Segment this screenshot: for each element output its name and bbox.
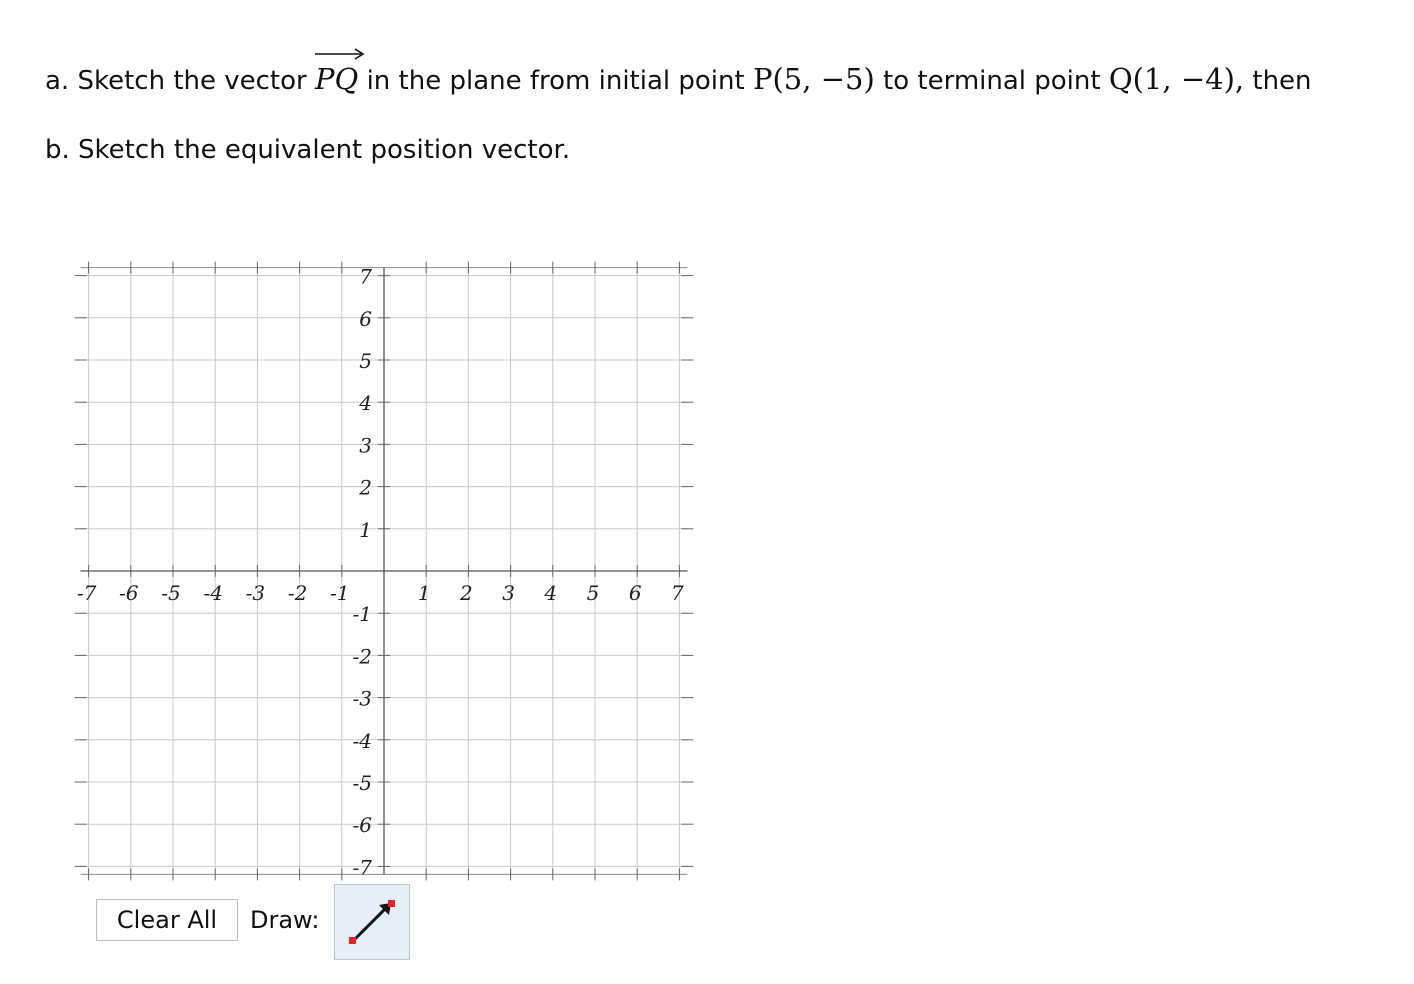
y-tick-label: -6 [353,813,373,837]
y-tick-label: 6 [359,307,372,331]
x-tick-label: -4 [203,581,222,605]
clear-all-button[interactable]: Clear All [96,899,238,941]
vector-tool-button[interactable] [334,884,410,960]
initial-point: P(5, −5) [752,62,875,96]
tick-labels: -7 -6 -5 -4 -3 -2 -1 1 2 3 4 5 6 7 7 6 5 4 3 2 1 -1 -2 -3 -4 -5 -6… [77,265,684,880]
y-tick-label: -3 [353,687,372,711]
x-tick-label: 6 [629,581,642,605]
part-a-suffix: then [1252,66,1312,96]
x-tick-label: 5 [587,581,600,605]
y-tick-label: -4 [353,729,372,753]
y-tick-label: 7 [359,265,372,289]
x-tick-label: -1 [330,581,349,605]
x-tick-label: -2 [288,581,307,605]
draw-label: Draw: [250,906,320,934]
y-tick-label: 2 [358,476,372,500]
y-tick-label: 4 [358,391,372,415]
y-tick-label: 3 [359,433,372,457]
x-tick-label: 1 [418,581,431,605]
x-tick-label: 3 [502,581,515,605]
y-tick-label: -7 [353,855,373,879]
terminal-point: Q(1, −4), [1108,62,1245,96]
part-a-connector: to terminal point [883,66,1101,96]
y-tick-label: -5 [353,771,372,795]
y-tick-label: 5 [359,349,372,373]
y-tick-label: -2 [353,644,372,668]
x-tick-label: -7 [77,581,97,605]
x-tick-label: 4 [543,581,557,605]
x-tick-label: 2 [459,581,473,605]
y-tick-label: -1 [353,602,372,626]
coordinate-graph[interactable]: -7 -6 -5 -4 -3 -2 -1 1 2 3 4 5 6 7 7 6 5 4 3 2 1 -1 -2 -3 -4 -5 -6… [0,0,700,890]
vector-arrow-icon [349,900,395,944]
axes [74,261,694,881]
x-tick-label: -6 [119,581,139,605]
x-tick-label: -3 [246,581,265,605]
x-tick-label: 7 [671,581,684,605]
x-tick-label: -5 [161,581,180,605]
y-tick-label: 1 [359,518,372,542]
